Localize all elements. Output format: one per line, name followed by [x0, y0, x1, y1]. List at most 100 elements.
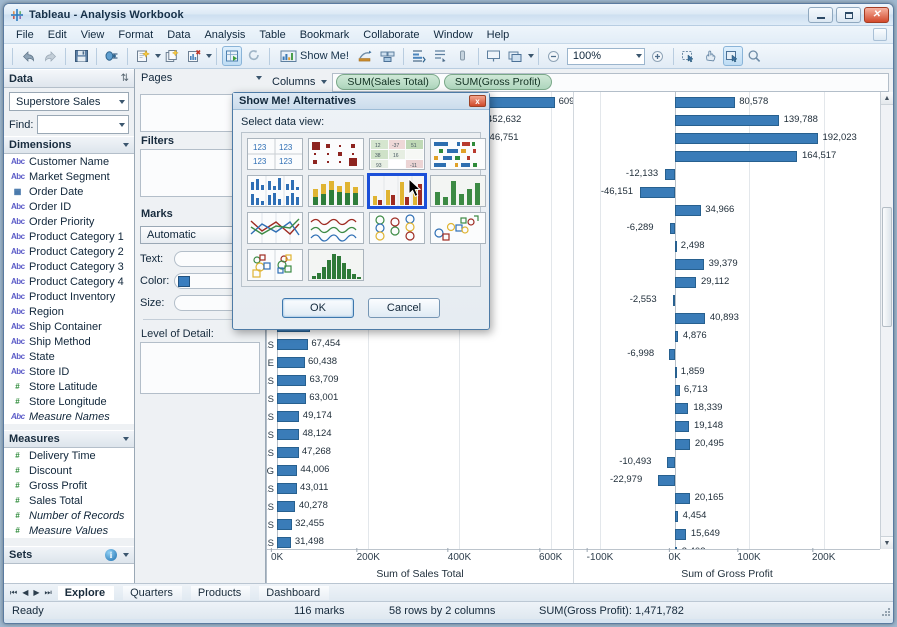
forward-icon[interactable]: [40, 46, 60, 66]
dimensions-header[interactable]: Dimensions: [4, 136, 134, 154]
menu-view[interactable]: View: [74, 28, 112, 42]
bar[interactable]: [675, 421, 689, 432]
scroll-up-arrow-icon[interactable]: ▲: [881, 92, 893, 105]
sets-caret[interactable]: [123, 553, 129, 557]
find-caret[interactable]: [119, 123, 125, 127]
dialog-close-button[interactable]: x: [469, 95, 486, 107]
measure-measure-values[interactable]: #Measure Values: [4, 523, 134, 538]
gross-profit-plot[interactable]: 80,578 139,788 192,023 164,517 -12,133: [574, 92, 880, 549]
field-product-inventory[interactable]: AbcProduct Inventory: [4, 289, 134, 304]
line-chart-continuous-thumbnail[interactable]: [308, 212, 364, 244]
gantt-chart-thumbnail[interactable]: [430, 138, 486, 170]
field-store-latitude[interactable]: #Store Latitude: [4, 379, 134, 394]
zoom-combobox[interactable]: 100%: [567, 48, 645, 65]
field-product-category-4[interactable]: AbcProduct Category 4: [4, 274, 134, 289]
bar[interactable]: [277, 537, 291, 548]
menu-analysis[interactable]: Analysis: [197, 28, 252, 42]
find-input[interactable]: [37, 115, 129, 134]
swap-rows-columns-icon[interactable]: [222, 46, 242, 66]
field-market-segment[interactable]: AbcMarket Segment: [4, 169, 134, 184]
columns-shelf[interactable]: SUM(Sales Total) SUM(Gross Profit): [332, 73, 889, 92]
field-product-category-3[interactable]: AbcProduct Category 3: [4, 259, 134, 274]
bar[interactable]: [277, 411, 299, 422]
bar[interactable]: [277, 501, 295, 512]
zoom-area-icon[interactable]: [723, 46, 743, 66]
menu-file[interactable]: File: [9, 28, 41, 42]
new-worksheet-dropdown-caret[interactable]: [155, 54, 161, 58]
field-product-category-2[interactable]: AbcProduct Category 2: [4, 244, 134, 259]
datasource-caret[interactable]: [119, 100, 125, 104]
field-store-id[interactable]: AbcStore ID: [4, 364, 134, 379]
sort-ascending-icon[interactable]: [356, 46, 376, 66]
save-icon[interactable]: [71, 46, 91, 66]
bar[interactable]: [669, 349, 674, 360]
menu-data[interactable]: Data: [160, 28, 197, 42]
nav-prev-icon[interactable]: ◀: [22, 588, 28, 597]
bar[interactable]: [675, 313, 706, 324]
bar[interactable]: [277, 483, 297, 494]
duplicate-sheet-icon[interactable]: [162, 46, 182, 66]
bar[interactable]: [675, 331, 679, 342]
dual-scatter-thumbnail[interactable]: [247, 249, 303, 281]
histogram-thumbnail[interactable]: [308, 249, 364, 281]
data-pane-collapse-icon[interactable]: ⇅: [121, 73, 129, 84]
bar[interactable]: [675, 151, 798, 162]
level-of-detail-shelf[interactable]: [140, 342, 260, 394]
measure-delivery-time[interactable]: #Delivery Time: [4, 448, 134, 463]
viz-vertical-scrollbar[interactable]: ▲ ▼: [880, 92, 893, 549]
bar[interactable]: [675, 367, 677, 378]
info-icon[interactable]: i: [105, 549, 117, 561]
fit-dropdown-caret[interactable]: [528, 54, 534, 58]
bar[interactable]: [277, 519, 292, 530]
measure-gross-profit[interactable]: #Gross Profit: [4, 478, 134, 493]
bar[interactable]: [658, 475, 675, 486]
clear-sheet-icon[interactable]: [184, 46, 204, 66]
pan-tool-icon[interactable]: [701, 46, 721, 66]
refresh-icon[interactable]: [244, 46, 264, 66]
field-measure-names[interactable]: AbcMeasure Names: [4, 409, 134, 424]
bar[interactable]: [667, 457, 675, 468]
menu-window[interactable]: Window: [427, 28, 480, 42]
column-chart-thumbnail[interactable]: [430, 175, 486, 207]
sets-header[interactable]: Sets i: [4, 546, 134, 564]
menu-table[interactable]: Table: [252, 28, 292, 42]
measures-caret[interactable]: [123, 437, 129, 441]
close-button[interactable]: ✕: [864, 7, 889, 23]
field-region[interactable]: AbcRegion: [4, 304, 134, 319]
menu-bookmark[interactable]: Bookmark: [293, 28, 357, 42]
nav-next-icon[interactable]: ▶: [33, 588, 39, 597]
connect-to-data-icon[interactable]: [102, 46, 122, 66]
tab-explore[interactable]: Explore: [58, 586, 114, 600]
field-ship-method[interactable]: AbcShip Method: [4, 334, 134, 349]
measure-number-of-records[interactable]: #Number of Records: [4, 508, 134, 523]
select-tool-icon[interactable]: [679, 46, 699, 66]
back-icon[interactable]: [18, 46, 38, 66]
bar[interactable]: [277, 465, 297, 476]
bar[interactable]: [277, 429, 299, 440]
field-product-category-1[interactable]: AbcProduct Category 1: [4, 229, 134, 244]
stacked-bar-thumbnail[interactable]: [308, 175, 364, 207]
pill-sum-sales-total[interactable]: SUM(Sales Total): [336, 74, 440, 90]
show-me-button[interactable]: Show Me!: [274, 46, 355, 66]
menu-collaborate[interactable]: Collaborate: [356, 28, 426, 42]
line-chart-discrete-thumbnail[interactable]: [247, 212, 303, 244]
bar[interactable]: [665, 169, 674, 180]
bar[interactable]: [675, 493, 690, 504]
bar[interactable]: [675, 115, 779, 126]
bar[interactable]: [675, 511, 678, 522]
measure-sales-total[interactable]: #Sales Total: [4, 493, 134, 508]
ok-button[interactable]: OK: [282, 298, 354, 318]
field-store-longitude[interactable]: #Store Longitude: [4, 394, 134, 409]
pill-sum-gross-profit[interactable]: SUM(Gross Profit): [444, 74, 552, 90]
show-me-alternatives-dialog[interactable]: Show Me! Alternatives x Select data view…: [232, 92, 490, 330]
nav-first-icon[interactable]: ⏮: [10, 588, 17, 598]
nav-last-icon[interactable]: ⏭: [45, 588, 52, 598]
scatter-plot-thumbnail[interactable]: [430, 212, 486, 244]
bar[interactable]: [675, 439, 690, 450]
fix-axes-icon[interactable]: [453, 46, 473, 66]
scroll-down-arrow-icon[interactable]: ▼: [881, 536, 893, 549]
datasource-combobox[interactable]: Superstore Sales: [9, 92, 129, 111]
bar[interactable]: [675, 259, 704, 270]
presentation-mode-icon[interactable]: [484, 46, 504, 66]
tab-quarters[interactable]: Quarters: [123, 586, 182, 600]
